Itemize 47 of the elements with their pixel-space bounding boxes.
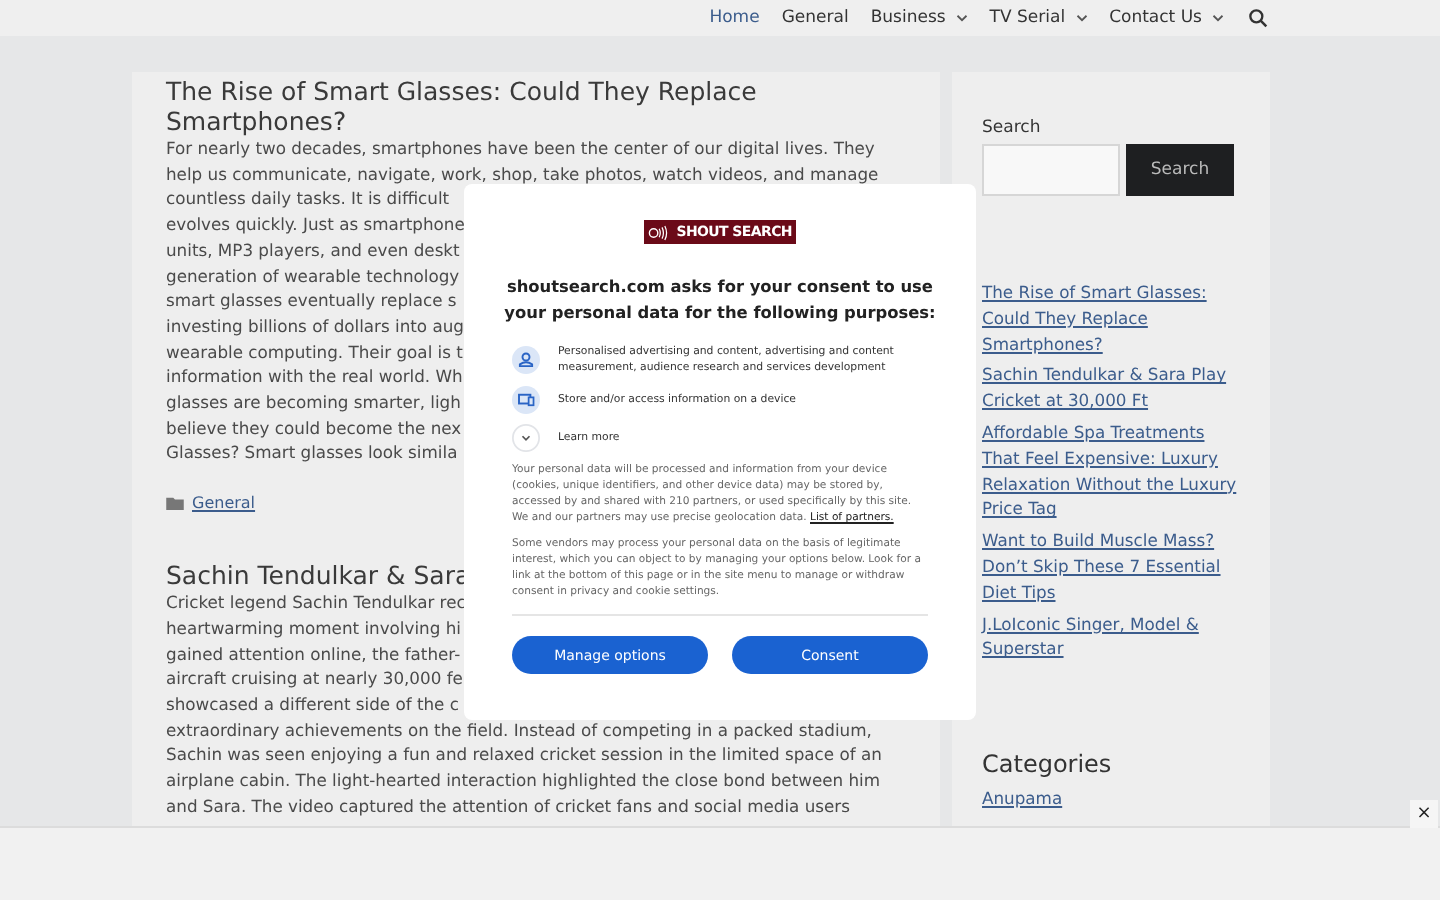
article-text-line: information with the real world. Wh [166,364,463,391]
article-text-line: generation of wearable technology [166,263,460,289]
article-text-line: airplane cabin. The light-hearted interaction highlighted the close bond between him [166,768,881,794]
article-text-line: extraordinary achievements on the field. Instead of competing in a packed stadium, [166,717,872,743]
article-text-line: For nearly two decades, smartphones have been the center of our digital lives. They [166,136,875,162]
search-icon[interactable] [1248,8,1268,28]
chevron-down-icon[interactable] [512,424,540,452]
article-text-line: aircraft cruising at nearly 30,000 fe [166,666,463,692]
article-text-line: gained attention online, the father- [166,641,461,667]
close-button[interactable]: × [1410,800,1438,828]
person-icon [512,346,540,374]
article-text-line: wearable computing. Their goal is t [166,339,463,365]
article-text-line: and Sara. The video captured the attention of cricket fans and social media users [166,793,850,819]
devices-icon [512,386,540,414]
article-text-line: heartwarming moment involving hi [166,615,461,642]
post-link[interactable]: The Rise of Smart Glasses: Could They Replace Smartphones? [982,280,1242,357]
article-text-line: Glasses? Smart glasses look simila [166,440,458,467]
nav-link[interactable]: General [781,8,849,28]
category-link[interactable]: General [192,494,256,513]
post-link[interactable]: Sachin Tendulkar & Sara Play Cricket at 30,000 Ft [982,362,1242,414]
article-text-line: glasses are becoming smarter, ligh [166,390,461,416]
nav-link[interactable]: Home [709,8,760,28]
article-title[interactable]: The Rise of Smart Glasses: Could They Replace Smartphones? [166,76,846,136]
article-text-line: investing billions of dollars into aug [166,313,464,340]
article-text-line: showcased a different side of the c [166,691,459,718]
categories-heading: Categories [982,750,1112,779]
post-link[interactable]: Want to Build Muscle Mass? Don’t Skip These 7 Essential Diet Tips [982,528,1242,606]
search-button[interactable]: Search [1126,144,1234,196]
article-text-line: evolves quickly. Just as smartphone [166,212,465,238]
article-text-line: units, MP3 players, and even deskt [166,237,460,264]
article-text-line: countless daily tasks. It is difficult [166,186,450,213]
article-text-line: Sachin was seen enjoying a fun and relaxed cricket session in the limited space of an [166,742,882,769]
nav-link[interactable]: Contact Us [1109,8,1224,28]
search-label: Search [982,118,1041,138]
article-text-line: Cricket legend Sachin Tendulkar rec [166,590,466,616]
nav-link[interactable]: TV Serial [989,8,1088,28]
search-field[interactable] [982,144,1120,196]
folder-icon [166,496,184,511]
dialog-heading: shoutsearch.com asks for your consent to use your personal data for the following purposes: [502,274,938,326]
post-link[interactable]: Affordable Spa Treatments That Feel Expensive: Luxury Relaxation Without the Luxury Price Tag [982,419,1242,523]
article-text-line: smart glasses eventually replace s [166,288,457,314]
article-text-line: help us communicate, navigate, work, shop, take photos, watch videos, and manage [166,161,879,187]
sound-waves-icon [648,223,671,241]
article-text-line: believe they could become the nex [166,415,462,441]
post-link[interactable]: J.LoIconic Singer, Model & Superstar [982,611,1242,663]
category-link[interactable]: Anupama [982,786,1063,812]
nav-link[interactable]: Business [870,8,968,28]
